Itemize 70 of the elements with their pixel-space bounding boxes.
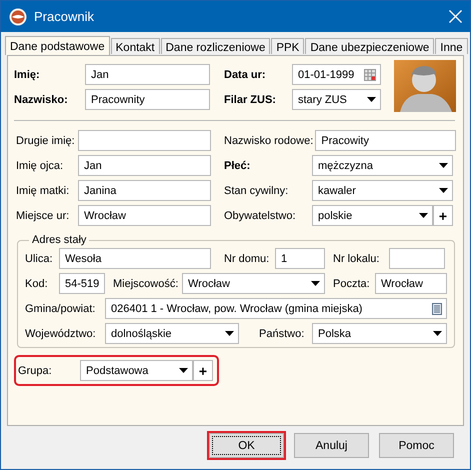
field-label: Państwo: xyxy=(259,328,306,340)
field-label: Imię ojca: xyxy=(16,160,64,172)
text-field[interactable] xyxy=(389,248,445,269)
field-label: Grupa: xyxy=(18,364,53,376)
calendar-icon[interactable] xyxy=(364,68,376,80)
field-label: Obywatelstwo: xyxy=(224,210,297,222)
tab[interactable]: Kontakt xyxy=(110,38,160,54)
dropdown-caret-icon[interactable] xyxy=(367,97,376,102)
field-label: Ulica: xyxy=(25,252,54,264)
field-label: Województwo: xyxy=(25,328,97,340)
dropdown-caret-icon[interactable] xyxy=(179,368,188,373)
field-label: Miejsce ur: xyxy=(16,210,70,222)
text-field[interactable]: 1 xyxy=(275,248,325,269)
field-label: Imię: xyxy=(14,68,41,80)
field-label: Nazwisko: xyxy=(14,94,69,106)
field-label: Data ur: xyxy=(224,68,267,80)
dropdown-caret-icon[interactable] xyxy=(225,331,234,336)
field-label: Poczta: xyxy=(333,278,371,290)
field-label: Drugie imię: xyxy=(16,134,76,146)
text-field[interactable]: Pracowity xyxy=(315,130,456,151)
group-title: Adres stały xyxy=(31,234,88,246)
dropdown-caret-icon[interactable] xyxy=(439,188,448,193)
field-label: Płeć: xyxy=(224,160,252,172)
field-label: Nr lokalu: xyxy=(333,252,380,264)
add-button[interactable]: + xyxy=(433,205,453,226)
field-label: Gmina/powiat: xyxy=(25,302,96,314)
text-field[interactable]: Wrocław xyxy=(375,273,447,294)
tab[interactable]: Dane rozliczeniowe xyxy=(160,38,270,54)
dropdown[interactable]: stary ZUS xyxy=(292,89,381,110)
dropdown[interactable]: dolnośląskie xyxy=(105,323,239,344)
dialog-button[interactable]: OK xyxy=(209,433,284,458)
window-title: Pracownik xyxy=(34,9,95,24)
add-button[interactable]: + xyxy=(193,360,213,381)
text-field[interactable]: Pracownity xyxy=(85,89,210,110)
text-field[interactable]: Wrocław xyxy=(78,205,211,226)
dropdown[interactable]: Podstawowa xyxy=(80,360,193,381)
dialog-button[interactable]: Pomoc xyxy=(379,433,454,458)
dialog-button[interactable]: Anuluj xyxy=(294,433,369,458)
dropdown[interactable]: polskie xyxy=(312,205,433,226)
text-field[interactable]: Jan xyxy=(85,64,210,85)
tab[interactable]: PPK xyxy=(271,38,304,54)
dropdown[interactable]: mężczyzna xyxy=(312,155,453,176)
tab[interactable]: Inne xyxy=(435,38,468,54)
text-field[interactable]: Janina xyxy=(78,180,211,201)
dropdown-caret-icon[interactable] xyxy=(433,331,442,336)
app-logo-icon xyxy=(9,8,27,26)
field-label: Kod: xyxy=(25,278,49,290)
field-label: Nr domu: xyxy=(224,252,270,264)
text-field[interactable] xyxy=(78,130,211,151)
dropdown[interactable]: Polska xyxy=(312,323,447,344)
avatar-icon xyxy=(394,60,456,112)
dropdown-caret-icon[interactable] xyxy=(419,213,428,218)
text-field[interactable]: Jan xyxy=(78,155,211,176)
dropdown[interactable]: kawaler xyxy=(312,180,453,201)
lookup-field[interactable]: 026401 1 - Wrocław, pow. Wrocław (gmina miejska) xyxy=(105,298,447,319)
tab[interactable]: Dane ubezpieczeniowe xyxy=(305,38,434,54)
dropdown[interactable]: Wrocław xyxy=(182,273,325,294)
date-field[interactable]: 01-01-1999 xyxy=(292,64,381,85)
dropdown-caret-icon[interactable] xyxy=(311,281,320,286)
text-field[interactable]: 54-519 xyxy=(59,273,105,294)
list-icon[interactable] xyxy=(432,302,442,314)
tab[interactable]: Dane podstawowe xyxy=(5,36,110,55)
field-label: Filar ZUS: xyxy=(224,94,277,106)
text-field[interactable]: Wesoła xyxy=(59,248,211,269)
close-icon[interactable] xyxy=(449,10,462,23)
field-label: Imię matki: xyxy=(16,184,70,196)
field-label: Nazwisko rodowe: xyxy=(224,134,314,146)
field-label: Stan cywilny: xyxy=(224,184,290,196)
field-label: Miejscowość: xyxy=(113,278,180,290)
dropdown-caret-icon[interactable] xyxy=(439,163,448,168)
